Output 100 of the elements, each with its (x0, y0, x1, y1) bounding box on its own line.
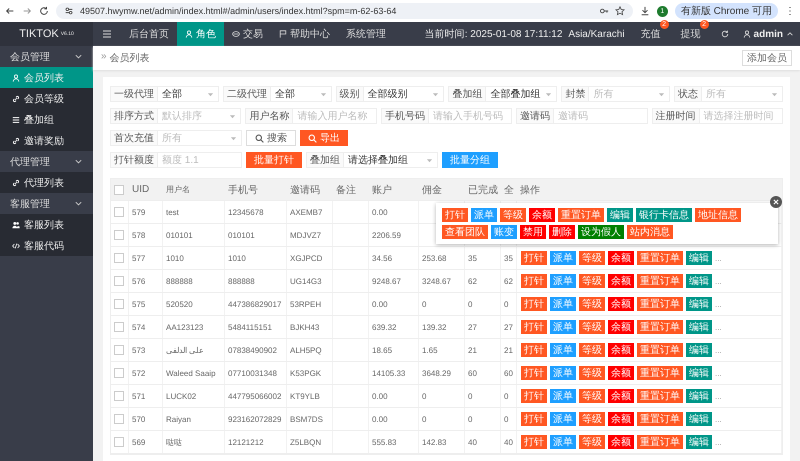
action-button[interactable]: 打针 (521, 366, 547, 380)
action-button[interactable]: 重置订单 (637, 297, 683, 311)
action-button[interactable]: 等级 (579, 251, 605, 265)
sidebar-item[interactable]: 客服列表 (0, 214, 93, 235)
nav-tab[interactable]: 系统管理 (338, 22, 394, 46)
filter-field[interactable]: 一级代理 全部 (110, 86, 219, 102)
user-menu[interactable]: admin (742, 28, 794, 40)
filter-field[interactable]: 叠加组 请选择叠加组 (306, 152, 438, 168)
reload-icon[interactable] (39, 6, 49, 16)
checkbox[interactable] (114, 391, 124, 401)
filter-button[interactable]: 搜索 (246, 130, 296, 146)
more-actions[interactable]: ... (715, 438, 722, 446)
action-button[interactable]: 重置订单 (637, 343, 683, 357)
action-button[interactable]: 重置订单 (637, 412, 683, 426)
action-button[interactable]: 重置订单 (637, 366, 683, 380)
action-button[interactable]: 余额 (608, 343, 634, 357)
action-button[interactable]: 编辑 (686, 343, 712, 357)
sidebar-item[interactable]: 代理列表 (0, 172, 93, 193)
action-button[interactable]: 余额 (529, 208, 555, 222)
site-info-icon[interactable] (64, 6, 74, 16)
action-button[interactable]: 打针 (521, 274, 547, 288)
action-button[interactable]: 余额 (608, 435, 634, 449)
close-icon[interactable] (770, 196, 782, 208)
action-button[interactable]: 删除 (549, 225, 575, 239)
action-button[interactable]: 打针 (521, 389, 547, 403)
header-link[interactable]: 充值 (640, 29, 661, 40)
checkbox[interactable] (114, 414, 124, 424)
action-button[interactable]: 编辑 (686, 320, 712, 334)
action-button[interactable]: 等级 (579, 435, 605, 449)
action-button[interactable]: 等级 (500, 208, 526, 222)
action-button[interactable]: 余额 (608, 320, 634, 334)
action-button[interactable]: 等级 (579, 274, 605, 288)
action-button[interactable]: 设为假人 (578, 225, 624, 239)
action-button[interactable]: 打针 (521, 251, 547, 265)
checkbox[interactable] (114, 184, 124, 194)
action-button[interactable]: 编辑 (686, 389, 712, 403)
sidebar-item[interactable]: 叠加组 (0, 109, 93, 130)
action-button[interactable]: 重置订单 (637, 389, 683, 403)
refresh-icon[interactable] (720, 30, 729, 38)
filter-field[interactable]: 打针额度 额度 1.1 (110, 152, 242, 168)
action-button[interactable]: 重置订单 (637, 274, 683, 288)
more-actions[interactable]: ... (715, 300, 722, 308)
action-button[interactable]: 打针 (521, 343, 547, 357)
download-icon[interactable] (640, 6, 650, 16)
filter-field[interactable]: 叠加组 全部叠加组 (448, 86, 558, 102)
sidebar-item[interactable]: 邀请奖励 (0, 130, 93, 151)
update-button[interactable]: 有新版 Chrome 可用 (674, 3, 778, 19)
more-actions[interactable]: ... (715, 346, 722, 354)
sidebar-item[interactable]: 会员等级 (0, 88, 93, 109)
checkbox[interactable] (114, 207, 124, 217)
more-actions[interactable]: ... (715, 254, 722, 262)
action-button[interactable]: 编辑 (686, 412, 712, 426)
action-button[interactable]: 打针 (521, 297, 547, 311)
sidebar-item[interactable]: 会员列表 (0, 67, 93, 88)
action-button[interactable]: 地址信息 (695, 208, 741, 222)
more-actions[interactable]: ... (715, 368, 722, 378)
action-button[interactable]: 编辑 (686, 251, 712, 265)
forward-icon[interactable] (22, 6, 32, 16)
filter-field[interactable]: 二级代理 全部 (222, 86, 332, 102)
action-button[interactable]: 派单 (550, 435, 576, 449)
action-button[interactable]: 派单 (550, 343, 576, 357)
action-button[interactable]: 打针 (521, 412, 547, 426)
add-member-button[interactable]: 添加会员 (742, 50, 792, 66)
action-button[interactable]: 站内消息 (627, 225, 673, 239)
action-button[interactable]: 派单 (550, 412, 576, 426)
checkbox[interactable] (114, 253, 124, 263)
action-button[interactable]: 派单 (550, 320, 576, 334)
header-link[interactable]: 提现 (680, 29, 701, 40)
nav-tab[interactable]: 后台首页 (121, 22, 177, 46)
action-button[interactable]: 编辑 (686, 435, 712, 449)
action-button[interactable]: 等级 (579, 389, 605, 403)
checkbox[interactable] (114, 322, 124, 332)
action-button[interactable]: 余额 (608, 251, 634, 265)
action-button[interactable]: 派单 (471, 208, 497, 222)
more-actions[interactable]: ... (715, 322, 722, 332)
checkbox[interactable] (114, 299, 124, 309)
action-button[interactable]: 重置订单 (637, 320, 683, 334)
action-button[interactable]: 禁用 (520, 225, 546, 239)
action-button[interactable]: 重置订单 (558, 208, 604, 222)
filter-field[interactable]: 排序方式 默认排序 (110, 108, 242, 124)
filter-field[interactable]: 用户名称 请输入用户名称 (245, 108, 377, 124)
more-actions[interactable]: ... (715, 392, 722, 400)
checkbox[interactable] (114, 345, 124, 355)
action-button[interactable]: 派单 (550, 297, 576, 311)
filter-field[interactable]: 邀请码 邀请码 (516, 108, 648, 124)
checkbox[interactable] (114, 276, 124, 286)
action-button[interactable]: 余额 (608, 297, 634, 311)
filter-field[interactable]: 封禁 所有 (561, 86, 670, 102)
action-button[interactable]: 银行卡信息 (636, 208, 692, 222)
filter-field[interactable]: 注册时间 请选择注册时间 (652, 108, 784, 124)
action-button[interactable]: 编辑 (686, 366, 712, 380)
filter-field[interactable]: 状态 所有 (674, 86, 783, 102)
action-button[interactable]: 派单 (550, 274, 576, 288)
action-button[interactable]: 打针 (521, 435, 547, 449)
checkbox[interactable] (114, 230, 124, 240)
action-button[interactable]: 余额 (608, 389, 634, 403)
action-button[interactable]: 派单 (550, 251, 576, 265)
action-button[interactable]: 编辑 (607, 208, 633, 222)
action-button[interactable]: 账变 (491, 225, 517, 239)
action-button[interactable]: 重置订单 (637, 251, 683, 265)
